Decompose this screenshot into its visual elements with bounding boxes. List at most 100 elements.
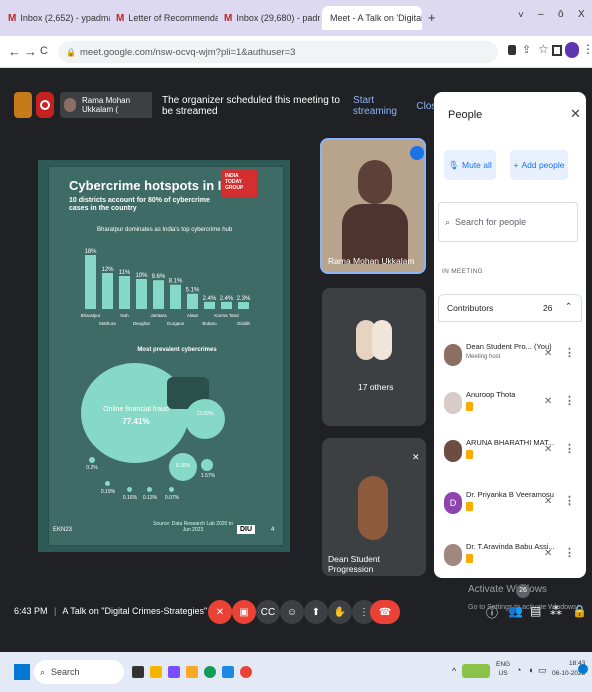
banner-text: The organizer scheduled this meeting to …: [162, 95, 340, 117]
info-icon[interactable]: ⓘ: [486, 604, 498, 621]
bar-category-label: Nuh: [120, 313, 129, 318]
more-options-icon[interactable]: ⋮: [564, 346, 575, 359]
reload-button[interactable]: C: [40, 45, 48, 57]
wifi-icon[interactable]: ◔: [516, 665, 521, 675]
recording-icon[interactable]: [36, 92, 54, 118]
presenter-avatar: [64, 98, 77, 112]
reactions-button[interactable]: ☺: [280, 600, 304, 624]
tray-chevron-icon[interactable]: ^: [452, 666, 456, 676]
bar: [136, 279, 147, 309]
new-tab-button[interactable]: +: [428, 10, 436, 25]
sidebar-icon[interactable]: [552, 45, 562, 56]
participant-row[interactable]: D Dr. Priyanka B Veeramosu ✕ ⋮: [434, 484, 586, 528]
camera-indicator-icon[interactable]: [508, 45, 516, 55]
widget-icon[interactable]: [150, 666, 162, 678]
participant-row[interactable]: ARUNA BHARATHI MAT... ✕ ⋮: [434, 432, 586, 476]
present-button[interactable]: ⬆: [304, 600, 328, 624]
activities-icon[interactable]: ⁂: [550, 604, 562, 618]
mic-off-icon[interactable]: ✕: [544, 396, 552, 407]
chrome-icon[interactable]: [240, 666, 252, 678]
tray-app-icons[interactable]: [462, 664, 490, 678]
bubble-value: 8.18%: [175, 463, 191, 469]
mic-off-icon[interactable]: ✕: [544, 348, 552, 359]
taskbar-search[interactable]: ⌕ Search: [34, 660, 124, 684]
close-window-button[interactable]: X: [578, 9, 585, 20]
mute-all-button[interactable]: 🎙 Mute all: [444, 150, 496, 180]
tab-meet[interactable]: Meet - A Talk on 'Digital Crx: [322, 6, 422, 30]
mic-off-icon[interactable]: ✕: [544, 444, 552, 455]
participant-row[interactable]: Anuroop Thota ✕ ⋮: [434, 384, 586, 428]
bubble-value: 0.2%: [86, 465, 98, 471]
restore-button[interactable]: ō: [558, 9, 564, 20]
file-explorer-icon[interactable]: [186, 666, 198, 678]
notification-icon[interactable]: [578, 664, 588, 674]
hand-badge-icon: [466, 450, 473, 459]
tab-search-icon[interactable]: ˅: [518, 10, 524, 21]
bar: [204, 301, 215, 309]
address-bar-row: ← → C 🔒 meet.google.com/nsw-ocvq-wjm?pli=…: [0, 36, 592, 68]
store-icon[interactable]: [222, 666, 234, 678]
add-people-button[interactable]: + Add people: [510, 150, 568, 180]
tab-inbox-1[interactable]: MInbox (2,652) - ypadmasa@gmx: [4, 6, 110, 30]
bar-category-label: Deoghar: [133, 321, 151, 326]
tab-label: Inbox (29,680) - padmasa_y@: [236, 13, 320, 23]
host-controls-icon[interactable]: 🔒: [572, 604, 587, 618]
profile-avatar[interactable]: [565, 42, 579, 58]
start-streaming-button[interactable]: Start streaming: [353, 95, 404, 117]
more-options-icon[interactable]: ⋮: [564, 494, 575, 507]
tab-letter[interactable]: MLetter of Recommendation-Winx: [112, 6, 218, 30]
hand-badge-icon: [466, 402, 473, 411]
back-button[interactable]: ←: [8, 44, 21, 59]
forward-button[interactable]: →: [24, 44, 37, 59]
camera-off-icon: ▣: [239, 606, 249, 618]
edge-icon[interactable]: [204, 666, 216, 678]
leave-call-button[interactable]: ☎: [370, 600, 400, 624]
contributors-header[interactable]: Contributors 26 ⌃: [438, 294, 582, 322]
close-icon[interactable]: ✕: [570, 106, 581, 122]
india-today-logo: INDIA TODAY GROUP: [221, 169, 257, 197]
windows-start-icon[interactable]: [14, 664, 30, 680]
share-icon[interactable]: ⇪: [522, 43, 531, 56]
participant-row[interactable]: Dr. T.Aravinda Babu Assi... ✕ ⋮: [434, 536, 586, 578]
camera-toggle-button[interactable]: ▣: [232, 600, 256, 624]
bar-value-label: 2.4%: [203, 296, 217, 302]
mic-off-icon[interactable]: ✕: [544, 548, 552, 559]
raise-hand-button[interactable]: ✋: [328, 600, 352, 624]
captions-icon: CC: [260, 606, 276, 618]
task-view-icon[interactable]: [132, 666, 144, 678]
divider: |: [54, 606, 57, 616]
chat-icon[interactable]: ▤: [530, 604, 541, 618]
tab-inbox-2[interactable]: MInbox (29,680) - padmasa_y@x: [220, 6, 320, 30]
menu-icon[interactable]: ⋮: [582, 42, 592, 56]
bubble-ransomware: [169, 487, 174, 492]
self-tile[interactable]: ✕ Dean Student Progression: [322, 438, 426, 576]
more-options-icon[interactable]: ⋮: [564, 394, 575, 407]
presenter-chip[interactable]: Rama Mohan Ukkalam (: [60, 92, 156, 118]
others-tile[interactable]: 17 others: [322, 288, 426, 426]
volume-icon[interactable]: ◖: [528, 665, 533, 675]
language-indicator[interactable]: ENG US: [496, 660, 510, 678]
activities-icon[interactable]: [14, 92, 32, 118]
mic-toggle-button[interactable]: ✕: [208, 600, 232, 624]
teams-icon[interactable]: [168, 666, 180, 678]
search-input[interactable]: ⌕ Search for people: [438, 202, 578, 242]
more-options-icon[interactable]: ⋮: [564, 546, 575, 559]
gmail-icon: M: [116, 12, 125, 24]
mic-off-icon: ✕: [215, 606, 225, 618]
bar-category-label: Karma Tand: [214, 313, 239, 318]
people-icon[interactable]: 👥: [508, 604, 523, 618]
people-panel: People ✕ 🎙 Mute all + Add people ⌕ Search f…: [434, 92, 586, 578]
captions-button[interactable]: CC: [256, 600, 280, 624]
activate-windows-watermark: Activate Windows: [468, 584, 547, 595]
speaker-tile[interactable]: Rama Mohan Ukkalam: [320, 138, 426, 274]
people-count-badge: 26: [516, 584, 530, 598]
battery-icon[interactable]: ▭: [538, 665, 547, 676]
minimize-button[interactable]: –: [538, 9, 544, 20]
bar: [102, 273, 113, 309]
more-options-icon[interactable]: ⋮: [564, 442, 575, 455]
url-input[interactable]: 🔒 meet.google.com/nsw-ocvq-wjm?pli=1&auth…: [58, 41, 498, 63]
bookmark-star-icon[interactable]: ☆: [538, 42, 549, 56]
participant-row[interactable]: Dean Student Pro... (You) Meeting host ✕…: [434, 336, 586, 380]
chevron-up-icon[interactable]: ⌃: [565, 301, 572, 312]
mic-off-icon[interactable]: ✕: [544, 496, 552, 507]
